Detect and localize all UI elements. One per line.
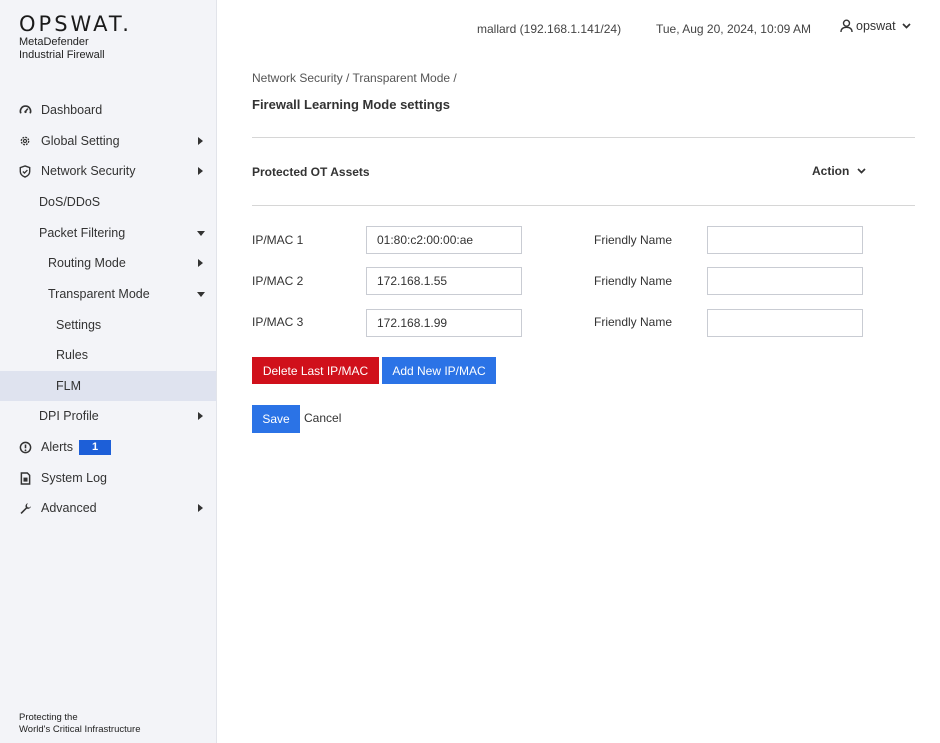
ip-mac-label: IP/MAC 3 — [252, 315, 304, 329]
tagline-line1: Protecting the — [19, 712, 78, 723]
chevron-down-icon — [197, 291, 205, 297]
action-dropdown[interactable]: Action — [812, 164, 866, 178]
action-label: Action — [812, 164, 850, 178]
sidebar-item-label: Global Setting — [41, 134, 120, 148]
sidebar-item-dpi-profile[interactable]: DPI Profile — [0, 401, 216, 431]
sidebar-item-label: FLM — [56, 379, 81, 393]
alert-circle-icon — [18, 440, 32, 454]
chevron-right-icon — [198, 259, 203, 267]
sidebar: OPSWAT. MetaDefender Industrial Firewall… — [0, 0, 217, 743]
sidebar-item-routing-mode[interactable]: Routing Mode — [0, 248, 216, 278]
user-icon — [840, 19, 853, 33]
sidebar-item-advanced[interactable]: Advanced — [0, 493, 216, 523]
friendly-name-input[interactable] — [707, 226, 863, 254]
save-button[interactable]: Save — [252, 405, 300, 433]
sidebar-item-label: Dashboard — [41, 103, 103, 117]
wrench-icon — [18, 501, 32, 515]
sidebar-item-settings[interactable]: Settings — [0, 310, 216, 340]
sidebar-item-label: Alerts — [41, 440, 73, 454]
sidebar-item-label: DPI Profile — [39, 409, 99, 423]
section-title: Protected OT Assets — [252, 165, 370, 179]
breadcrumb: Network Security / Transparent Mode / — [252, 71, 457, 85]
cancel-button[interactable]: Cancel — [304, 411, 341, 425]
ip-mac-label: IP/MAC 1 — [252, 233, 304, 247]
product-name-line2: Industrial Firewall — [19, 49, 105, 61]
friendly-name-label: Friendly Name — [594, 233, 673, 247]
ip-mac-input[interactable] — [366, 309, 522, 337]
date-time: Tue, Aug 20, 2024, 10:09 AM — [656, 22, 812, 36]
sidebar-item-transparent-mode[interactable]: Transparent Mode — [0, 279, 216, 309]
page-title: Firewall Learning Mode settings — [252, 97, 450, 112]
ip-mac-input[interactable] — [366, 267, 522, 295]
sidebar-item-global-setting[interactable]: Global Setting — [0, 126, 216, 156]
delete-last-ip-mac-button[interactable]: Delete Last IP/MAC — [252, 357, 379, 384]
gauge-icon — [18, 103, 32, 117]
sidebar-item-label: Advanced — [41, 501, 97, 515]
sidebar-item-flm[interactable]: FLM — [0, 371, 216, 401]
ip-mac-input[interactable] — [366, 226, 522, 254]
sidebar-item-dos-ddos[interactable]: DoS/DDoS — [0, 187, 216, 217]
chevron-right-icon — [198, 504, 203, 512]
sidebar-item-label: Transparent Mode — [48, 287, 150, 301]
chevron-down-icon — [857, 168, 866, 174]
sidebar-item-label: Packet Filtering — [39, 226, 126, 240]
sidebar-item-system-log[interactable]: System Log — [0, 463, 216, 493]
add-new-ip-mac-button[interactable]: Add New IP/MAC — [382, 357, 496, 384]
chevron-right-icon — [198, 137, 203, 145]
friendly-name-label: Friendly Name — [594, 274, 673, 288]
logo: OPSWAT. MetaDefender Industrial Firewall — [19, 12, 132, 62]
sidebar-item-label: Network Security — [41, 164, 136, 178]
tagline-line2: World's Critical Infrastructure — [19, 724, 141, 735]
footer-tagline: Protecting the World's Critical Infrastr… — [19, 712, 140, 736]
friendly-name-input[interactable] — [707, 267, 863, 295]
sidebar-item-alerts[interactable]: Alerts 1 — [0, 432, 216, 462]
ip-mac-label: IP/MAC 2 — [252, 274, 304, 288]
product-name-line1: MetaDefender — [19, 36, 89, 48]
logo-wordmark: OPSWAT. — [19, 12, 132, 36]
sidebar-item-label: Rules — [56, 348, 88, 362]
sidebar-item-packet-filtering[interactable]: Packet Filtering — [0, 218, 216, 248]
alerts-count-badge: 1 — [79, 440, 111, 455]
chevron-right-icon — [198, 412, 203, 420]
chevron-down-icon — [197, 230, 205, 236]
shield-icon — [18, 164, 32, 178]
divider — [252, 205, 915, 206]
gear-icon — [18, 134, 32, 148]
chevron-right-icon — [198, 167, 203, 175]
document-icon — [18, 471, 32, 485]
host-info: mallard (192.168.1.141/24) — [477, 22, 622, 36]
sidebar-item-label: DoS/DDoS — [39, 195, 101, 209]
sidebar-item-rules[interactable]: Rules — [0, 340, 216, 370]
username: opswat — [856, 19, 896, 33]
sidebar-item-network-security[interactable]: Network Security — [0, 156, 216, 186]
sidebar-item-label: Routing Mode — [48, 256, 126, 270]
sidebar-item-dashboard[interactable]: Dashboard — [0, 95, 216, 125]
friendly-name-input[interactable] — [707, 309, 863, 337]
user-menu[interactable]: opswat — [840, 19, 911, 33]
sidebar-item-label: System Log — [41, 471, 108, 485]
divider — [252, 137, 915, 138]
friendly-name-label: Friendly Name — [594, 315, 673, 329]
sidebar-item-label: Settings — [56, 318, 102, 332]
chevron-down-icon — [902, 23, 911, 29]
